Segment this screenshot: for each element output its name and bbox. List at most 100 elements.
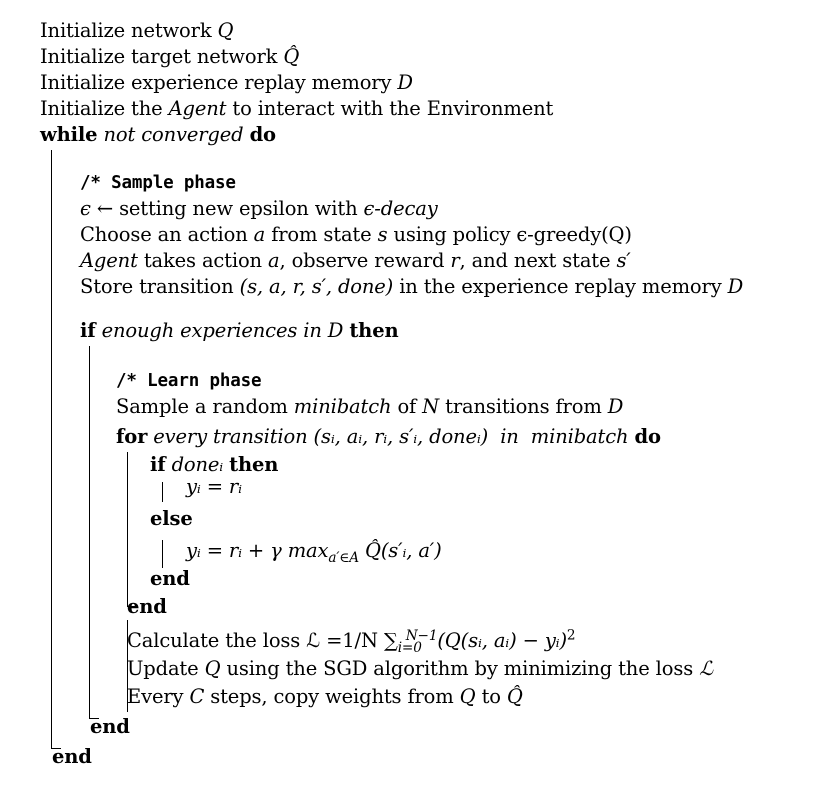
if-done-then: then: [229, 453, 279, 476]
sample-3-action: a: [268, 249, 280, 272]
learn-line-1: Sample a random minibatch of N transitio…: [116, 394, 623, 420]
init-3-math: D: [397, 71, 413, 94]
y-target-line: yᵢ = rᵢ + γ maxa′∈A Q̂(s′ᵢ, a′): [186, 538, 442, 566]
learn-1-b: of: [391, 395, 423, 418]
if-done-bar: [162, 482, 164, 502]
end-if-done: end: [150, 566, 190, 592]
copy-Q: Q: [459, 685, 476, 708]
if-body-bar: [89, 346, 91, 718]
update-a: Update: [127, 657, 205, 680]
learn-tail-bar: [127, 620, 129, 712]
update-b: using the SGD algorithm by minimizing th…: [220, 657, 700, 680]
y-target-tail: Q̂(s′ᵢ, a′): [365, 539, 442, 562]
learn-phase-comment: /* Learn phase: [116, 371, 262, 391]
init-line-2: Initialize target network Q̂: [40, 44, 299, 70]
sample-2-c: using policy: [387, 223, 517, 246]
loss-text: Calculate the loss ℒ =1/N ∑: [127, 629, 398, 652]
while-body-bar: [51, 150, 53, 748]
learn-1-a: Sample a random: [116, 395, 294, 418]
sample-line-1: ϵ ← setting new epsilon with ϵ-decay: [80, 196, 438, 222]
if-done-keyword: if: [150, 453, 166, 476]
y-target-a: yᵢ = rᵢ + γ max: [186, 539, 329, 562]
else-keyword: else: [150, 507, 193, 530]
sample-3-reward: r: [450, 249, 460, 272]
sample-line-3: Agent takes action a, observe reward r, …: [80, 248, 631, 274]
for-condition: every transition: [153, 425, 308, 448]
init-4-em: Agent: [168, 97, 227, 120]
copy-Q-hat: Q̂: [506, 685, 523, 708]
loss-square: 2: [566, 627, 576, 644]
sample-3-next-state: s′: [616, 249, 631, 272]
sample-3-agent: Agent: [80, 249, 138, 272]
while-line: while not converged do: [40, 122, 276, 148]
if-then-keyword: then: [349, 319, 399, 342]
sample-3-c: , and next state: [459, 249, 617, 272]
init-4-rest: to interact with the Environment: [226, 97, 554, 120]
while-keyword: while: [40, 123, 98, 146]
end-if-enough-keyword: end: [90, 715, 130, 738]
while-condition: not converged: [103, 123, 244, 146]
copy-line: Every C steps, copy weights from Q to Q̂: [127, 684, 523, 710]
sample-4-tuple: (s, a, r, s′, done): [239, 275, 394, 298]
epsilon-decay: ϵ-decay: [363, 197, 438, 220]
for-line: for every transition (sᵢ, aᵢ, rᵢ, s′ᵢ, d…: [116, 424, 661, 450]
algorithm-page: Initialize network Q Initialize target n…: [0, 0, 840, 802]
sample-1-text: setting new epsilon with: [113, 197, 364, 220]
copy-c: to: [475, 685, 507, 708]
init-2-text: Initialize target network: [40, 45, 284, 68]
copy-a: Every: [127, 685, 190, 708]
sample-2-b: from state: [265, 223, 378, 246]
init-1-text: Initialize network: [40, 19, 218, 42]
end-for: end: [127, 594, 167, 620]
init-2-math: Q̂: [283, 45, 300, 68]
sample-2-state: s: [377, 223, 388, 246]
sample-3-b: , observe reward: [279, 249, 451, 272]
while-do-keyword: do: [249, 123, 276, 146]
sample-2-a: Choose an action: [80, 223, 254, 246]
for-in: in: [500, 425, 519, 448]
epsilon-arrow: ϵ ←: [80, 197, 114, 220]
sample-3-a: takes action: [137, 249, 269, 272]
for-minibatch: minibatch: [530, 425, 629, 448]
sample-4-memory: D: [727, 275, 744, 298]
learn-1-c: transitions from: [439, 395, 608, 418]
for-keyword: for: [116, 425, 148, 448]
else-line: else: [150, 506, 193, 532]
update-L: ℒ: [699, 657, 714, 680]
sample-2-action: a: [253, 223, 266, 246]
if-done-condition: doneᵢ: [171, 453, 224, 476]
end-if-keyword: end: [150, 567, 190, 590]
learn-1-D: D: [607, 395, 624, 418]
y-target-sub: a′∈A: [328, 549, 359, 566]
loss-line: Calculate the loss ℒ =1/N ∑i=0N−1(Q(sᵢ, …: [127, 627, 576, 655]
learn-1-minibatch: minibatch: [293, 395, 392, 418]
loss-tail: (Q(sᵢ, aᵢ) − yᵢ): [437, 629, 567, 652]
update-line: Update Q using the SGD algorithm by mini…: [127, 656, 713, 682]
for-tuple: (sᵢ, aᵢ, rᵢ, s′ᵢ, doneᵢ): [313, 425, 489, 448]
end-for-keyword: end: [127, 595, 167, 618]
sample-4-b: in the experience replay memory: [393, 275, 728, 298]
else-bar: [162, 540, 164, 568]
loss-sup: N−1: [405, 627, 438, 644]
init-1-math: Q: [217, 19, 234, 42]
for-body-bar: [127, 452, 129, 606]
y-equals-r: yᵢ = rᵢ: [186, 475, 242, 498]
if-condition: enough experiences in D: [101, 319, 344, 342]
end-while-keyword: end: [52, 745, 92, 768]
init-4-text: Initialize the: [40, 97, 169, 120]
if-keyword: if: [80, 319, 96, 342]
learn-1-N: N: [422, 395, 440, 418]
update-Q: Q: [204, 657, 221, 680]
copy-C: C: [189, 685, 205, 708]
init-line-1: Initialize network Q: [40, 18, 234, 44]
sample-phase-comment: /* Sample phase: [80, 173, 236, 193]
copy-b: steps, copy weights from: [204, 685, 460, 708]
end-while: end: [52, 744, 92, 770]
if-enough-line: if enough experiences in D then: [80, 318, 399, 344]
end-if-enough: end: [90, 714, 130, 740]
sample-4-a: Store transition: [80, 275, 240, 298]
init-3-text: Initialize experience replay memory: [40, 71, 398, 94]
init-line-3: Initialize experience replay memory D: [40, 70, 413, 96]
sample-2-policy: ϵ-greedy(Q): [516, 223, 632, 246]
sample-line-2: Choose an action a from state s using po…: [80, 222, 632, 248]
